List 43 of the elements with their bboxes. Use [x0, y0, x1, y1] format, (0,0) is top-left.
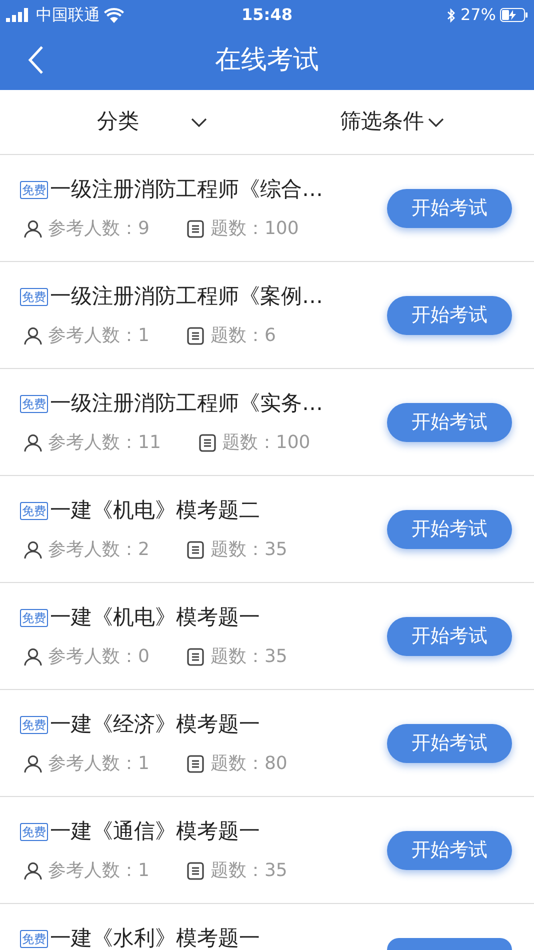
participant-count: 参考人数：1: [48, 753, 150, 774]
free-badge: 免费: [20, 930, 48, 948]
page-title: 在线考试: [215, 44, 319, 74]
exam-title: 一建《机电》模考题一: [50, 607, 260, 628]
carrier-name: 中国联通: [36, 4, 100, 26]
start-exam-button[interactable]: 开始考试: [387, 616, 512, 656]
start-exam-button[interactable]: 开始考试: [387, 830, 512, 870]
exam-title: 一建《通信》模考题一: [50, 821, 260, 842]
question-count: 题数：35: [210, 860, 288, 881]
free-badge: 免费: [20, 822, 48, 840]
clock-time: 15:48: [242, 4, 292, 26]
free-badge: 免费: [20, 608, 48, 626]
participant-count: 参考人数：1: [48, 325, 150, 346]
exam-title: 一建《机电》模考题二: [50, 500, 260, 521]
start-exam-button[interactable]: 开始考试: [387, 510, 512, 548]
start-exam-button[interactable]: 开始考试: [387, 296, 512, 334]
exam-title: 一级注册消防工程师《综合…: [50, 179, 323, 200]
start-exam-button[interactable]: 开始考试: [387, 724, 512, 762]
question-count: 题数：100: [210, 218, 299, 239]
participant-count: 参考人数：0: [48, 646, 150, 667]
exam-title: 一级注册消防工程师《实务…: [50, 393, 323, 414]
participant-count: 参考人数：9: [48, 218, 150, 239]
battery-percent: 27%: [460, 4, 496, 26]
participant-count: 参考人数：2: [48, 539, 150, 560]
filter-dropdown[interactable]: 分类: [97, 106, 207, 138]
participant-count: 参考人数：11: [48, 432, 161, 453]
filter-dropdown[interactable]: 筛选条件: [340, 106, 444, 138]
free-badge: 免费: [20, 288, 48, 306]
free-badge: 免费: [20, 180, 48, 198]
question-count: 题数：100: [222, 432, 310, 453]
question-count: 题数：35: [210, 539, 288, 560]
free-badge: 免费: [20, 394, 48, 412]
free-badge: 免费: [20, 716, 48, 734]
start-exam-button[interactable]: 开始考试: [387, 402, 512, 442]
exam-title: 一建《水利》模考题一: [50, 928, 260, 949]
question-count: 题数：35: [210, 646, 288, 667]
question-count: 题数：80: [210, 753, 288, 774]
exam-title: 一建《经济》模考题一: [50, 714, 260, 735]
question-count: 题数：6: [210, 325, 276, 346]
participant-count: 参考人数：1: [48, 860, 150, 881]
free-badge: 免费: [20, 502, 48, 520]
start-exam-button[interactable]: 开始考试: [387, 188, 512, 228]
exam-title: 一级注册消防工程师《案例…: [50, 286, 323, 307]
